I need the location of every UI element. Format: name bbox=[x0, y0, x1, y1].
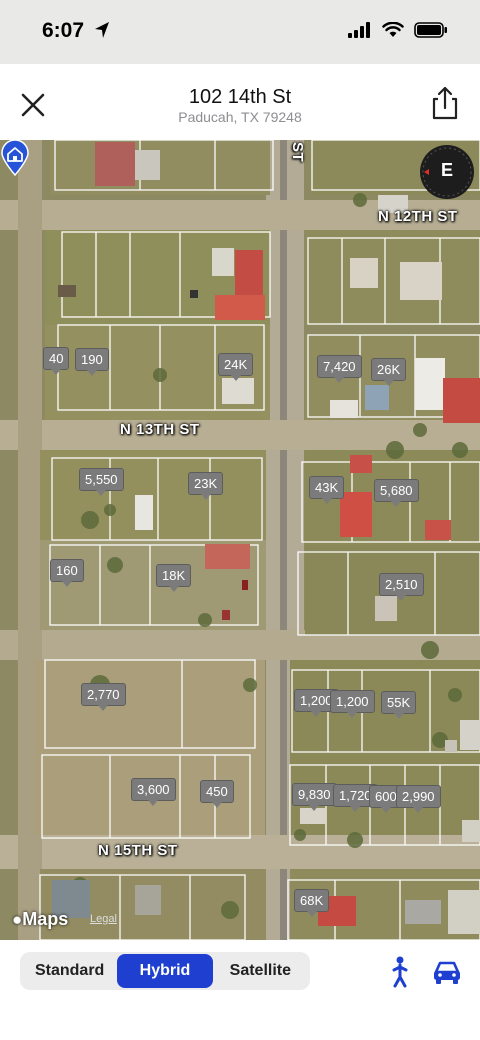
status-bar: 6:07 bbox=[0, 0, 480, 64]
place-subtitle: Paducah, TX 79248 bbox=[178, 109, 302, 125]
place-header: 102 14th St Paducah, TX 79248 bbox=[0, 70, 480, 140]
map-controls-bar: Standard Hybrid Satellite bbox=[0, 940, 480, 1040]
apple-logo-icon: ● bbox=[12, 910, 23, 929]
price-pin[interactable]: 160 bbox=[50, 559, 84, 587]
street-label-n13: N 13TH ST bbox=[120, 421, 200, 438]
price-pin[interactable]: 2,770 bbox=[81, 683, 126, 711]
status-icons bbox=[348, 22, 448, 38]
compass-heading: E bbox=[440, 160, 453, 180]
price-pin[interactable]: 2,990 bbox=[396, 785, 441, 813]
map-type-satellite[interactable]: Satellite bbox=[213, 954, 308, 988]
map-type-standard[interactable]: Standard bbox=[22, 954, 117, 988]
place-title: 102 14th St bbox=[188, 86, 292, 108]
map-type-segmented-control: Standard Hybrid Satellite bbox=[20, 952, 310, 990]
street-label-st: ST bbox=[289, 142, 306, 163]
legal-link[interactable]: Legal bbox=[90, 913, 117, 925]
maps-logo-text: Maps bbox=[22, 909, 69, 929]
status-time: 6:07 bbox=[42, 19, 85, 42]
price-pin[interactable]: 3,600 bbox=[131, 778, 176, 806]
maps-logo: ●Maps bbox=[12, 909, 68, 930]
price-pin[interactable]: 23K bbox=[188, 472, 224, 500]
price-pin[interactable]: 7,420 bbox=[317, 355, 362, 383]
map-imagery bbox=[0, 140, 480, 940]
satellite-map[interactable]: N 12TH ST N 13TH ST N 15TH ST ST E 40 19… bbox=[0, 140, 480, 940]
street-label-n12: N 12TH ST bbox=[378, 208, 458, 225]
signal-icon bbox=[348, 22, 370, 38]
price-pin[interactable]: 18K bbox=[156, 564, 192, 592]
price-pin[interactable]: 24K bbox=[218, 353, 254, 381]
street-label-n15: N 15TH ST bbox=[98, 842, 178, 859]
location-arrow-icon bbox=[95, 22, 109, 38]
share-icon[interactable] bbox=[430, 86, 460, 120]
price-pin[interactable]: 5,550 bbox=[79, 468, 124, 496]
price-pin[interactable]: 5,680 bbox=[374, 479, 419, 507]
compass-button[interactable]: E bbox=[420, 145, 474, 199]
walking-person-icon[interactable] bbox=[386, 956, 414, 988]
price-pin[interactable]: 26K bbox=[371, 358, 407, 386]
price-pin[interactable]: 450 bbox=[200, 780, 234, 808]
price-pin[interactable]: 40 bbox=[43, 347, 70, 375]
price-pin[interactable]: 1,200 bbox=[330, 690, 375, 718]
car-icon[interactable] bbox=[432, 958, 462, 986]
price-pin[interactable]: 43K bbox=[309, 476, 345, 504]
price-pin[interactable]: 9,830 bbox=[292, 783, 337, 811]
price-pin[interactable]: 190 bbox=[75, 348, 109, 376]
wifi-icon bbox=[382, 22, 404, 37]
price-pin[interactable]: 55K bbox=[381, 691, 417, 719]
price-pin[interactable]: 68K bbox=[294, 889, 330, 917]
battery-icon bbox=[414, 22, 447, 38]
price-pin[interactable]: 2,510 bbox=[379, 573, 424, 601]
map-type-hybrid[interactable]: Hybrid bbox=[117, 954, 213, 988]
home-location-pin-icon[interactable] bbox=[0, 140, 30, 176]
